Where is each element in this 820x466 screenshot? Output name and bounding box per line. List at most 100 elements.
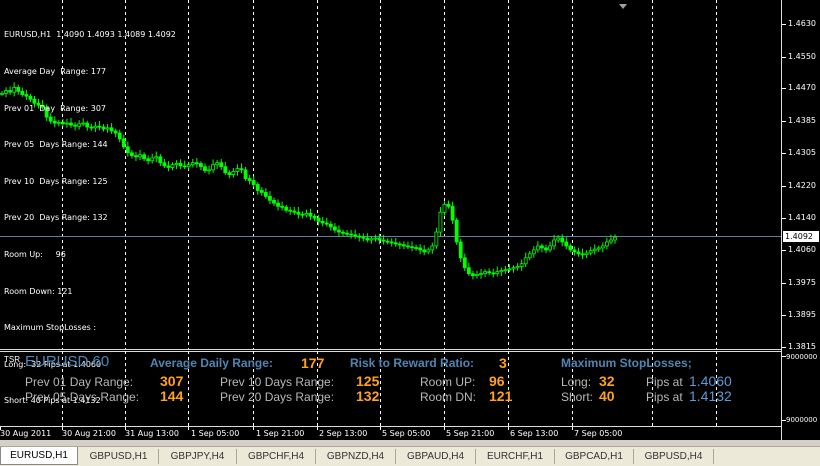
info-line: Room Up: 96 [4, 249, 66, 259]
price-label: 1.4140 [788, 213, 816, 222]
candle-body [588, 250, 593, 254]
candle-body [479, 273, 483, 276]
info-line: Prev 10 Days Range: 125 [4, 176, 108, 186]
room-up-value: 96 [489, 373, 505, 389]
tab-gbpusd-h1[interactable]: GBPUSD,H1 [79, 449, 159, 464]
tab-gbpusd-h4[interactable]: GBPUSD,H4 [634, 449, 714, 464]
candle-body [458, 241, 463, 259]
candle-body [596, 247, 601, 250]
candle-body [397, 243, 402, 246]
candle-body [190, 162, 195, 166]
candle-body [410, 246, 414, 249]
short-pips-value: 40 [599, 388, 615, 404]
candle-body [527, 253, 532, 259]
price-label: 1.4385 [788, 116, 816, 125]
tab-eurusd-h1[interactable]: EURUSD,H1 [0, 447, 78, 465]
time-label: 1 Sep 05:00 [191, 429, 240, 438]
candle-body [422, 249, 427, 253]
candle-body [556, 237, 561, 241]
candle-body [199, 163, 203, 168]
current-price-tag: 1.4092 [783, 231, 819, 242]
price-label: 1.4305 [788, 148, 816, 157]
candle-body [446, 203, 451, 207]
candle-body [337, 229, 341, 233]
info-line: Average Day Range: 177 [4, 67, 107, 76]
candle-body [203, 166, 207, 172]
candle-body [255, 184, 260, 191]
candle-body [223, 166, 228, 174]
time-label: 5 Sep 05:00 [382, 429, 431, 438]
tab-eurchf-h1[interactable]: EURCHF,H1 [476, 449, 555, 464]
price-label: 1.4470 [788, 83, 816, 92]
candle-body [519, 263, 524, 267]
candle-body [227, 172, 232, 176]
candle-body [426, 249, 431, 253]
candle-body [373, 237, 378, 240]
candle-body [251, 180, 256, 185]
shift-marker-icon[interactable] [619, 4, 627, 9]
time-label: 30 Aug 21:00 [62, 429, 116, 438]
time-label: 5 Sep 21:00 [446, 429, 495, 438]
candle-body [385, 240, 390, 243]
candle-body [247, 178, 252, 181]
prev05-label: Prev 05 Days Range: [25, 390, 140, 404]
candle-body [511, 267, 516, 270]
time-label: 7 Sep 05:00 [574, 429, 623, 438]
candle-body [389, 241, 394, 244]
candle-body [454, 219, 459, 243]
candle-body [182, 165, 187, 168]
candle-body [259, 190, 264, 193]
long-price: 1.4060 [689, 373, 732, 389]
candle-body [235, 168, 240, 172]
price-label: 1.4630 [788, 19, 816, 28]
candle-body [316, 217, 321, 222]
candle-body [434, 231, 439, 247]
candle-body [276, 202, 280, 207]
prev01-label: Prev 01 Day Range: [25, 375, 134, 389]
tab-gbpjpy-h4[interactable]: GBPJPY,H4 [159, 449, 237, 464]
candle-body [503, 269, 508, 272]
indicator-symbol-title: EURUSD 60 [25, 353, 110, 370]
tab-gbpchf-h4[interactable]: GBPCHF,H4 [237, 449, 316, 464]
tab-gbpnzd-h4[interactable]: GBPNZD,H4 [316, 449, 396, 464]
max-stoplosses-label: Maximum StopLosses; [561, 356, 692, 370]
tab-gbpaud-h4[interactable]: GBPAUD,H4 [396, 449, 476, 464]
price-axis[interactable]: 1.4630 1.4550 1.4470 1.4385 1.4305 1.422… [782, 0, 820, 440]
info-line: Room Down: 121 [4, 286, 73, 296]
candle-body [414, 247, 418, 249]
room-up-label: Room UP: [420, 375, 476, 389]
room-dn-value: 121 [489, 388, 513, 404]
candle-body [312, 215, 317, 219]
candle-body [604, 241, 609, 247]
prev01-value: 307 [160, 373, 184, 389]
candle-body [341, 231, 345, 234]
candle-body [592, 248, 597, 252]
candle-body [515, 266, 520, 269]
candle-body [263, 192, 268, 197]
candle-body [304, 213, 309, 216]
short-label: Short: [561, 390, 594, 404]
candle-body [272, 199, 276, 204]
candle-body [349, 233, 354, 236]
candle-body [609, 239, 613, 243]
info-line: Prev 01 Day Range: 307 [4, 103, 107, 113]
candle-body [523, 257, 528, 265]
panel-separator[interactable] [0, 349, 781, 350]
long-pips-label: Pips at [646, 375, 683, 389]
risk-reward-value: 3 [499, 355, 507, 371]
candle-body [239, 168, 244, 171]
avg-daily-range-label: Average Daily Range: [150, 356, 273, 370]
candle-body [361, 236, 366, 239]
candle-body [219, 162, 224, 168]
candle-body [194, 162, 199, 165]
time-label: 30 Aug 2011 [0, 429, 52, 438]
time-axis[interactable]: 30 Aug 2011 30 Aug 21:00 31 Aug 13:00 1 … [0, 427, 781, 440]
info-line: Maximum StopLosses : [4, 323, 97, 333]
symbol-info-line: EURUSD,H1 1.4090 1.4093 1.4089 1.4092 [4, 30, 176, 40]
candle-body [284, 206, 289, 211]
candle-body [288, 209, 293, 212]
tab-gbpcad-h1[interactable]: GBPCAD,H1 [555, 449, 634, 464]
long-label: Long: [561, 375, 592, 389]
candle-body [300, 213, 305, 216]
candle-body [231, 171, 236, 176]
